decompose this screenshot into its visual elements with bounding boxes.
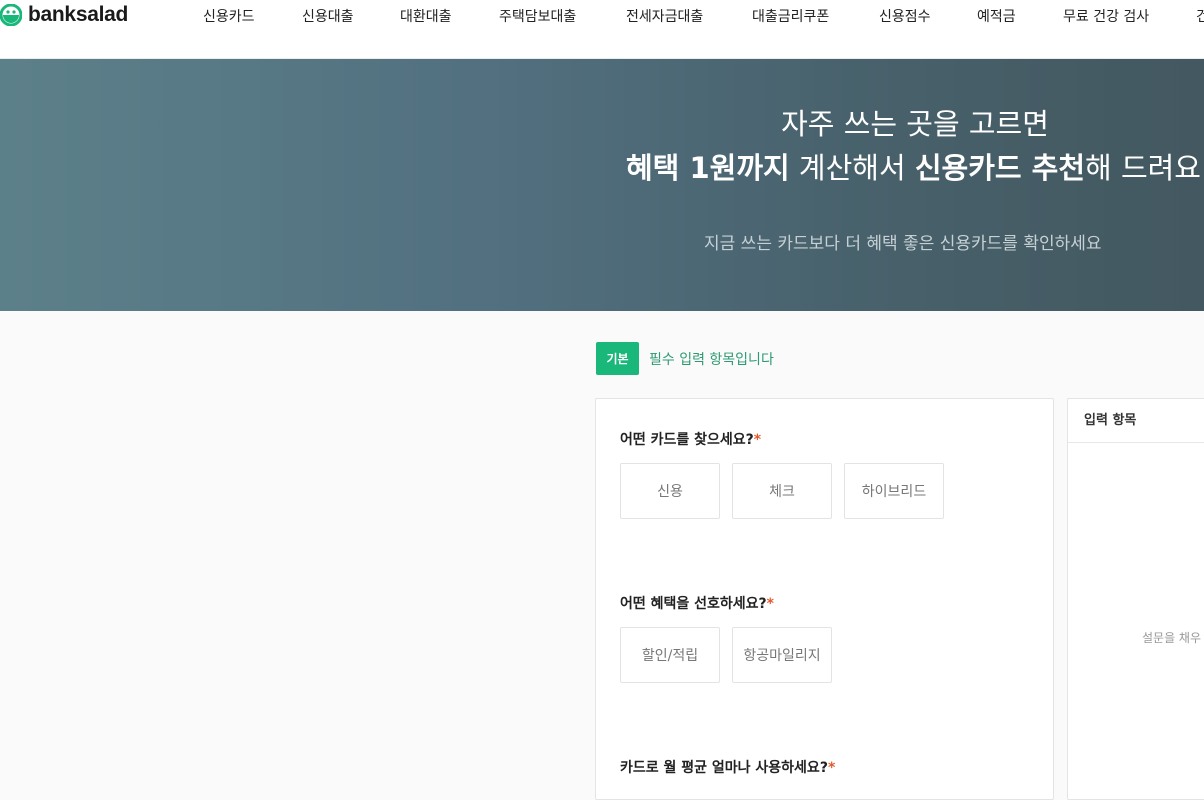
nav-item-mortgage-loan[interactable]: 주택담보대출 bbox=[499, 6, 576, 26]
nav-item-credit-score[interactable]: 신용점수 bbox=[879, 6, 931, 26]
required-mark: * bbox=[753, 432, 762, 448]
hero-text-end: 해 드려요 bbox=[1085, 151, 1201, 185]
question-benefit-type-text: 어떤 혜택을 선호하세요? bbox=[620, 596, 767, 612]
input-summary-card: 입력 항목 설문을 채우 bbox=[1067, 398, 1204, 800]
top-navigation-bar: banksalad 신용카드 신용대출 대환대출 주택담보대출 전세자금대출 대… bbox=[0, 0, 1204, 59]
main-nav: 신용카드 신용대출 대환대출 주택담보대출 전세자금대출 대출금리쿠폰 신용점수… bbox=[0, 0, 1204, 30]
hero-text-mid: 계산해서 bbox=[789, 151, 915, 185]
required-note: 필수 입력 항목입니다 bbox=[649, 352, 774, 368]
question-monthly-spend: 카드로 월 평균 얼마나 사용하세요?* bbox=[620, 757, 835, 777]
hero-title-line2: 혜택 1원까지 계산해서 신용카드 추천해 드려요 bbox=[626, 145, 1201, 187]
option-hybrid[interactable]: 하이브리드 bbox=[844, 463, 944, 519]
input-summary-title: 입력 항목 bbox=[1068, 399, 1204, 443]
question-card-type: 어떤 카드를 찾으세요?* bbox=[620, 429, 761, 449]
nav-item-refinance-loan[interactable]: 대환대출 bbox=[400, 6, 452, 26]
question-monthly-spend-text: 카드로 월 평균 얼마나 사용하세요? bbox=[620, 760, 828, 776]
required-mark: * bbox=[766, 596, 774, 612]
survey-form-card: 어떤 카드를 찾으세요?* 신용 체크 하이브리드 어떤 혜택을 선호하세요?*… bbox=[595, 398, 1054, 800]
option-check[interactable]: 체크 bbox=[732, 463, 832, 519]
hero-title-line1: 자주 쓰는 곳을 고르면 bbox=[781, 107, 1049, 141]
basic-badge: 기본 bbox=[596, 342, 639, 375]
nav-item-credit-card[interactable]: 신용카드 bbox=[203, 6, 255, 26]
nav-item-health-check[interactable]: 무료 건강 검사 bbox=[1063, 6, 1149, 26]
option-discount-points[interactable]: 할인/적립 bbox=[620, 627, 720, 683]
nav-item-deposit[interactable]: 예적금 bbox=[977, 6, 1016, 26]
hero-highlight-benefit: 혜택 1원까지 bbox=[626, 151, 790, 185]
option-credit[interactable]: 신용 bbox=[620, 463, 720, 519]
nav-item-credit-loan[interactable]: 신용대출 bbox=[302, 6, 354, 26]
option-airline-mileage[interactable]: 항공마일리지 bbox=[732, 627, 832, 683]
nav-item-jeonse-loan[interactable]: 전세자금대출 bbox=[626, 6, 703, 26]
required-mark: * bbox=[827, 760, 836, 776]
hero-highlight-recommend: 신용카드 추천 bbox=[914, 151, 1086, 185]
question-card-type-text: 어떤 카드를 찾으세요? bbox=[620, 432, 754, 448]
question-benefit-type: 어떤 혜택을 선호하세요?* bbox=[620, 593, 774, 613]
input-summary-empty-text: 설문을 채우 bbox=[1142, 631, 1202, 645]
hero-subtitle: 지금 쓰는 카드보다 더 혜택 좋은 신용카드를 확인하세요 bbox=[704, 234, 1102, 254]
nav-item-truncated[interactable]: 건 bbox=[1196, 6, 1204, 26]
nav-item-loan-rate-coupon[interactable]: 대출금리쿠폰 bbox=[752, 6, 829, 26]
hero-banner: 자주 쓰는 곳을 고르면 혜택 1원까지 계산해서 신용카드 추천해 드려요 지… bbox=[0, 59, 1204, 311]
